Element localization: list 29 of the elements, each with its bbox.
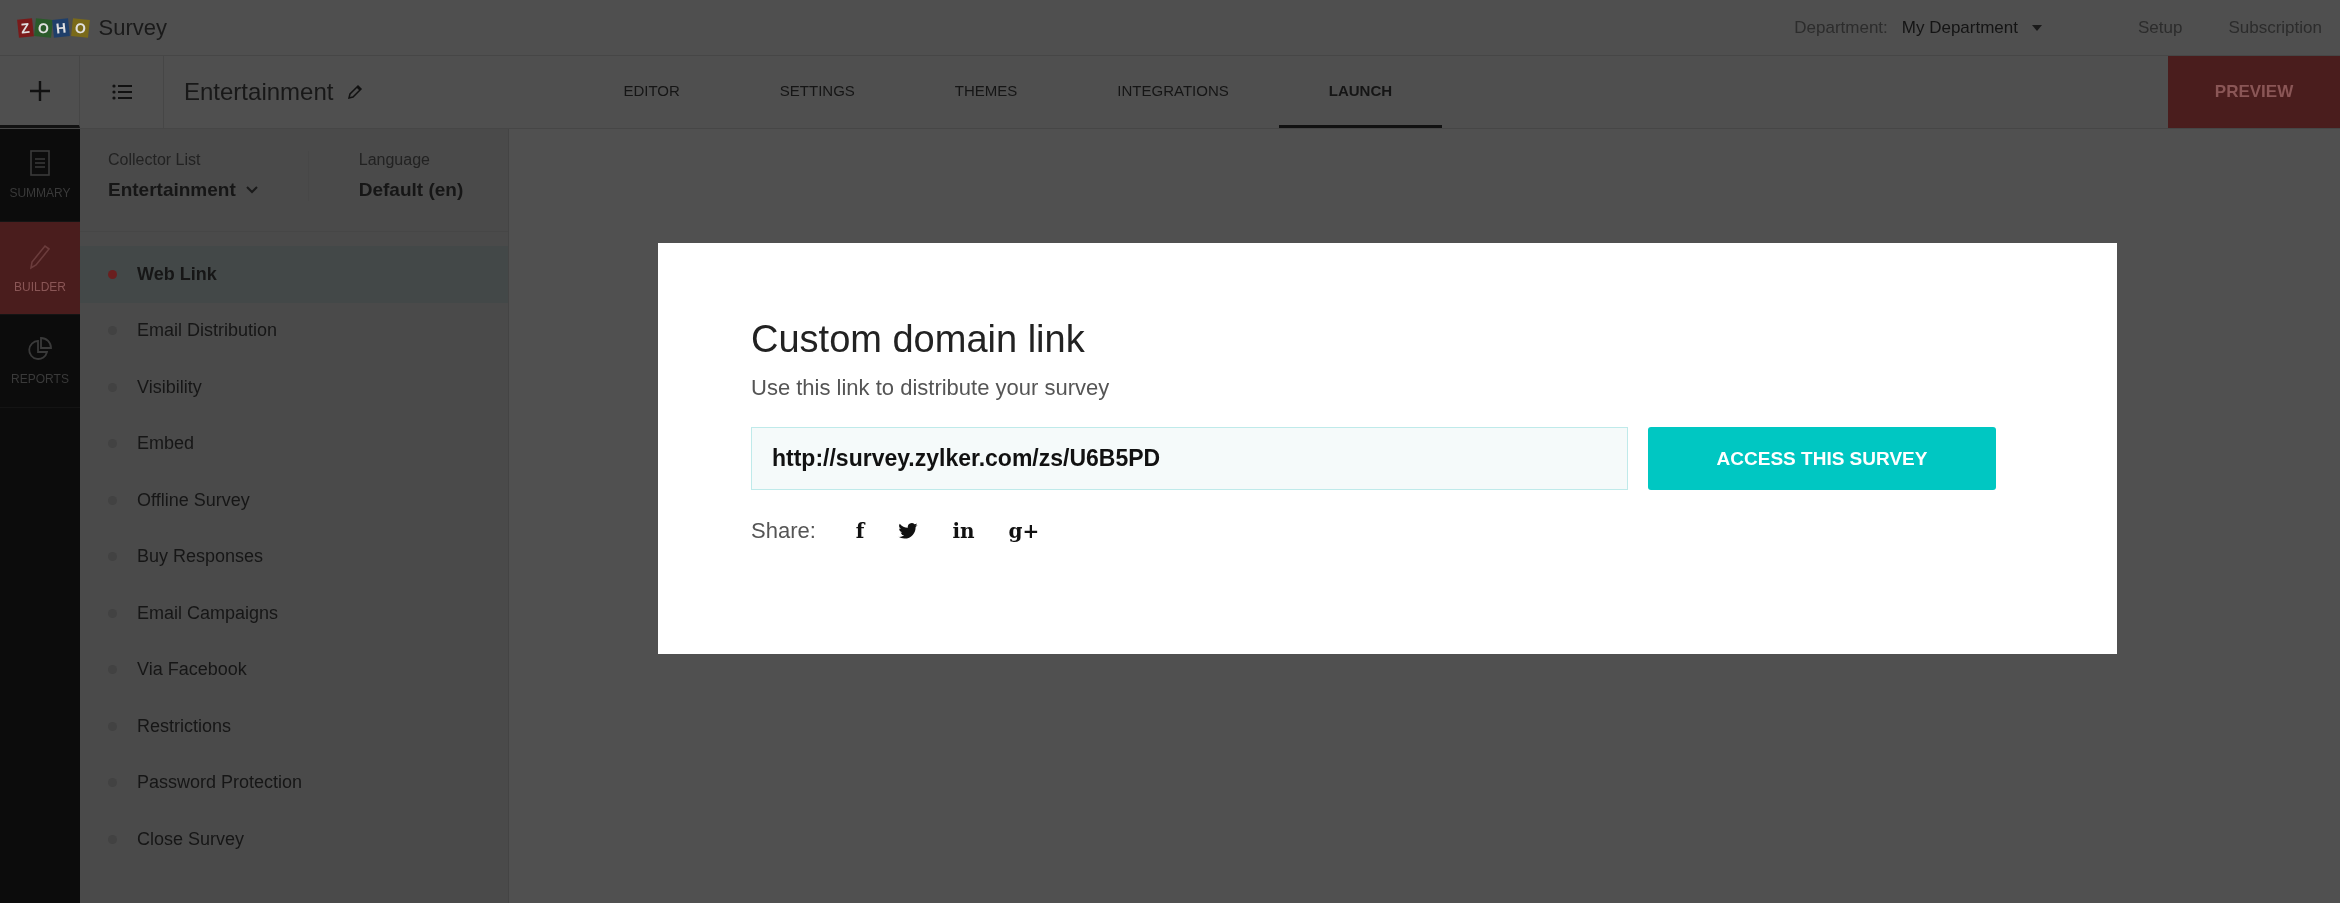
tab[interactable]: SETTINGS xyxy=(729,56,905,128)
share-link[interactable]: f xyxy=(855,519,865,543)
share-link[interactable]: g+ xyxy=(1008,519,1040,543)
caret-icon xyxy=(2032,24,2042,31)
nav-rail-item[interactable]: BUILDER xyxy=(0,222,80,315)
chevron-icon xyxy=(245,186,258,194)
dialog-subtitle: Use this link to distribute your survey xyxy=(751,375,1111,401)
list-icon xyxy=(111,84,132,100)
access-survey-button[interactable]: ACCESS THIS SURVEY xyxy=(1648,427,1996,490)
logo-letter: O xyxy=(70,17,90,38)
tab[interactable]: INTEGRATIONS xyxy=(1067,56,1279,128)
logo-letter: Z xyxy=(17,17,34,38)
link-field[interactable]: http://survey.zylker.com/zs/U6B5PD xyxy=(751,427,1628,490)
bird-icon[interactable] xyxy=(898,523,919,539)
logo-letter: O xyxy=(33,17,53,38)
tab[interactable]: EDITOR xyxy=(573,56,730,128)
preview-button[interactable]: PREVIEW xyxy=(2168,56,2340,128)
pie-chart-icon xyxy=(27,336,53,362)
survey-title: Entertainment xyxy=(184,78,334,106)
plus-icon xyxy=(28,79,51,102)
share-label: Share: xyxy=(751,518,816,544)
tab[interactable]: THEMES xyxy=(904,56,1068,128)
share-link[interactable]: in xyxy=(952,519,975,543)
logo-letter: H xyxy=(52,17,71,38)
dialog-title: Custom domain link xyxy=(751,318,1086,361)
department-dropdown[interactable]: My Department xyxy=(1901,17,2042,38)
pencil-icon[interactable] xyxy=(347,84,364,100)
pencil-icon xyxy=(28,242,52,270)
document-icon xyxy=(30,150,50,176)
